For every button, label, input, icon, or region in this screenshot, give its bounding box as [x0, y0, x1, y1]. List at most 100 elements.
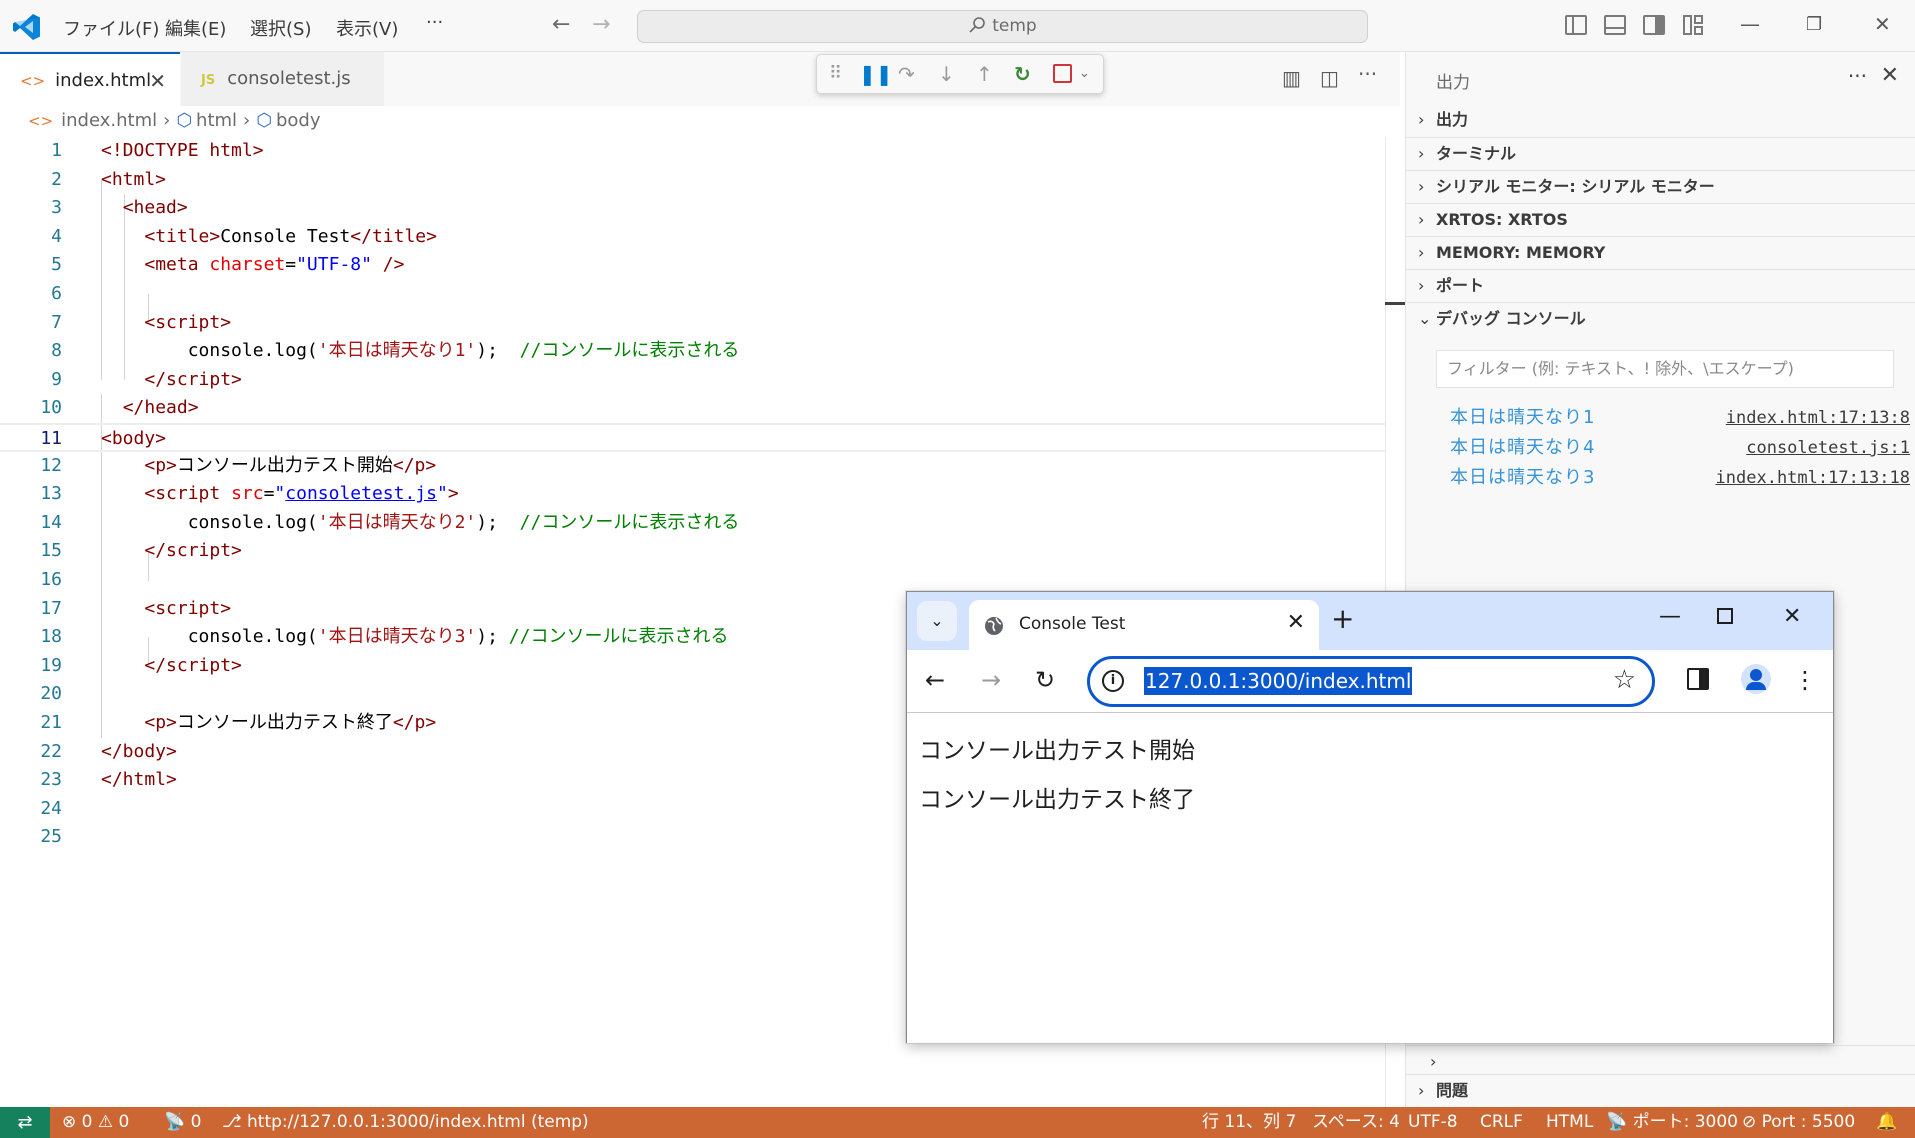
open-preview-icon[interactable]: ▥	[1282, 66, 1301, 90]
site-info-icon[interactable]: i	[1102, 670, 1124, 692]
end-of-line[interactable]: CRLF	[1480, 1107, 1523, 1138]
chevron-down-icon[interactable]: ⌄	[1079, 61, 1090, 87]
search-icon	[969, 17, 986, 33]
stop-icon[interactable]	[1053, 64, 1072, 83]
code-line: 6	[51, 283, 62, 304]
editor-tab-bar: <> index.html ✕ JS consoletest.js	[0, 52, 1400, 106]
breadcrumb-file[interactable]: index.html	[61, 110, 157, 131]
close-tab-icon[interactable]: ✕	[1287, 610, 1305, 635]
menu-more[interactable]: ···	[426, 12, 443, 33]
close-tab-icon[interactable]: ✕	[149, 54, 166, 108]
close-window-icon[interactable]: ✕	[1783, 604, 1801, 629]
tab-label: consoletest.js	[227, 68, 351, 89]
toggle-secondary-sidebar-icon[interactable]	[1643, 15, 1665, 35]
new-tab-icon[interactable]: +	[1331, 602, 1354, 635]
browser-tab[interactable]: Console Test ✕	[969, 600, 1319, 650]
section-ports[interactable]: › ポート	[1406, 269, 1915, 302]
no-entry-icon: ⊘	[1742, 1112, 1757, 1132]
language-mode[interactable]: HTML	[1546, 1107, 1593, 1138]
console-entry: 本日は晴天なり4 consoletest.js:1	[1450, 433, 1910, 463]
console-filter-input[interactable]: フィルター (例: テキスト、! 除外、\エスケープ)	[1436, 350, 1894, 388]
problems-status[interactable]: ⊗ 0 ⚠ 0	[62, 1107, 129, 1138]
live-preview-status[interactable]: ⎇ http://127.0.0.1:3000/index.html (temp…	[222, 1107, 589, 1138]
menu-selection[interactable]: 選択(S)	[250, 15, 311, 41]
minimize-icon[interactable]: —	[1659, 604, 1681, 629]
close-window-icon[interactable]: ✕	[1874, 12, 1891, 36]
editor-more-icon[interactable]: ···	[1358, 62, 1377, 86]
section-terminal[interactable]: › ターミナル	[1406, 137, 1915, 170]
browser-menu-icon[interactable]: ⋮	[1793, 666, 1817, 694]
command-center-search[interactable]: temp	[637, 10, 1368, 43]
section-problems[interactable]: › 問題	[1406, 1074, 1915, 1107]
console-entry: 本日は晴天なり1 index.html:17:13:8	[1450, 403, 1910, 433]
console-source-link[interactable]: index.html:17:13:8	[1726, 403, 1910, 433]
breadcrumb-body[interactable]: body	[276, 110, 321, 131]
chevron-right-icon: ›	[1418, 110, 1425, 129]
toggle-primary-sidebar-icon[interactable]	[1565, 15, 1587, 35]
breadcrumb-html[interactable]: html	[196, 110, 237, 131]
profile-avatar-icon[interactable]	[1741, 664, 1771, 694]
step-into-icon[interactable]: ↓	[938, 61, 955, 87]
ports-status[interactable]: 📡 0	[164, 1107, 201, 1138]
console-source-link[interactable]: index.html:17:13:18	[1716, 463, 1910, 493]
section-serial-monitor[interactable]: › シリアル モニター: シリアル モニター	[1406, 170, 1915, 203]
tab-consoletest-js[interactable]: JS consoletest.js	[181, 52, 384, 106]
toggle-panel-icon[interactable]	[1604, 15, 1626, 35]
globe-icon	[985, 617, 1003, 635]
command-center-text: temp	[992, 16, 1037, 36]
chevron-right-icon: ›	[243, 110, 251, 131]
browser-tab-strip: ⌄ Console Test ✕ + — ✕	[907, 592, 1833, 650]
address-bar[interactable]: i 127.0.0.1:3000/index.html ☆	[1087, 656, 1655, 707]
section-xrtos[interactable]: › XRTOS: XRTOS	[1406, 203, 1915, 236]
tab-index-html[interactable]: <> index.html ✕	[0, 52, 180, 106]
minimize-icon[interactable]: —	[1740, 12, 1760, 36]
pause-icon[interactable]: ❚❚	[859, 61, 893, 87]
restart-icon[interactable]: ↻	[1014, 61, 1031, 87]
broadcast-icon: 📡	[1606, 1112, 1628, 1132]
close-panel-icon[interactable]: ✕	[1881, 63, 1899, 88]
step-out-icon[interactable]: ↑	[976, 61, 993, 87]
remote-icon[interactable]: ⇄	[0, 1107, 50, 1138]
back-icon[interactable]: ←	[925, 666, 945, 694]
forward-icon[interactable]: →	[981, 666, 1001, 694]
panel-more-icon[interactable]: ···	[1848, 64, 1867, 88]
file-encoding[interactable]: UTF-8	[1408, 1107, 1458, 1138]
split-editor-icon[interactable]: ◫	[1320, 66, 1339, 90]
cursor-position[interactable]: 行 11、列 7	[1202, 1107, 1296, 1138]
side-panel-icon[interactable]	[1687, 668, 1709, 690]
port-status[interactable]: 📡 ポート: 3000	[1606, 1107, 1738, 1138]
arrow-left-icon[interactable]: ←	[552, 12, 570, 37]
live-server-port[interactable]: ⊘ Port : 5500	[1742, 1107, 1855, 1138]
step-over-icon[interactable]: ↷	[898, 61, 915, 87]
bookmark-star-icon[interactable]: ☆	[1613, 665, 1636, 695]
section-debug-console[interactable]: ⌄ デバッグ コンソール	[1406, 302, 1915, 335]
menu-file[interactable]: ファイル(F)	[63, 15, 159, 41]
breadcrumb: <> index.html › ⬡ html › ⬡ body	[0, 106, 1400, 136]
indent-spaces[interactable]: スペース: 4	[1312, 1107, 1400, 1138]
code-line: 7 <script>	[51, 311, 232, 333]
chevron-right-icon: ›	[1418, 243, 1425, 262]
tab-label: index.html	[55, 70, 152, 91]
maximize-icon[interactable]	[1717, 608, 1733, 624]
section-memory[interactable]: › MEMORY: MEMORY	[1406, 236, 1915, 269]
address-bar-url[interactable]: 127.0.0.1:3000/index.html	[1144, 667, 1413, 695]
restore-icon[interactable]: ❐	[1806, 14, 1822, 35]
code-line: 2 <html>	[51, 168, 167, 190]
js-file-icon: JS	[201, 73, 216, 88]
drag-handle-icon[interactable]: ⠿	[829, 61, 842, 87]
tab-search-icon[interactable]: ⌄	[917, 601, 957, 641]
section-collapsed[interactable]: ›	[1406, 1045, 1915, 1074]
customize-layout-icon[interactable]	[1683, 15, 1705, 35]
chevron-right-icon: ›	[163, 110, 171, 131]
panel-title: 出力	[1436, 73, 1470, 93]
html-file-icon: <>	[20, 72, 46, 90]
error-icon: ⊗	[62, 1112, 77, 1132]
reload-icon[interactable]: ↻	[1035, 666, 1055, 694]
arrow-right-icon[interactable]: →	[592, 12, 610, 37]
browser-tab-title: Console Test	[1019, 614, 1126, 634]
menu-edit[interactable]: 編集(E)	[165, 15, 226, 41]
menu-view[interactable]: 表示(V)	[336, 15, 398, 41]
console-source-link[interactable]: consoletest.js:1	[1746, 433, 1910, 463]
bell-icon[interactable]: 🔔	[1876, 1107, 1897, 1138]
section-output[interactable]: › 出力	[1406, 104, 1915, 137]
